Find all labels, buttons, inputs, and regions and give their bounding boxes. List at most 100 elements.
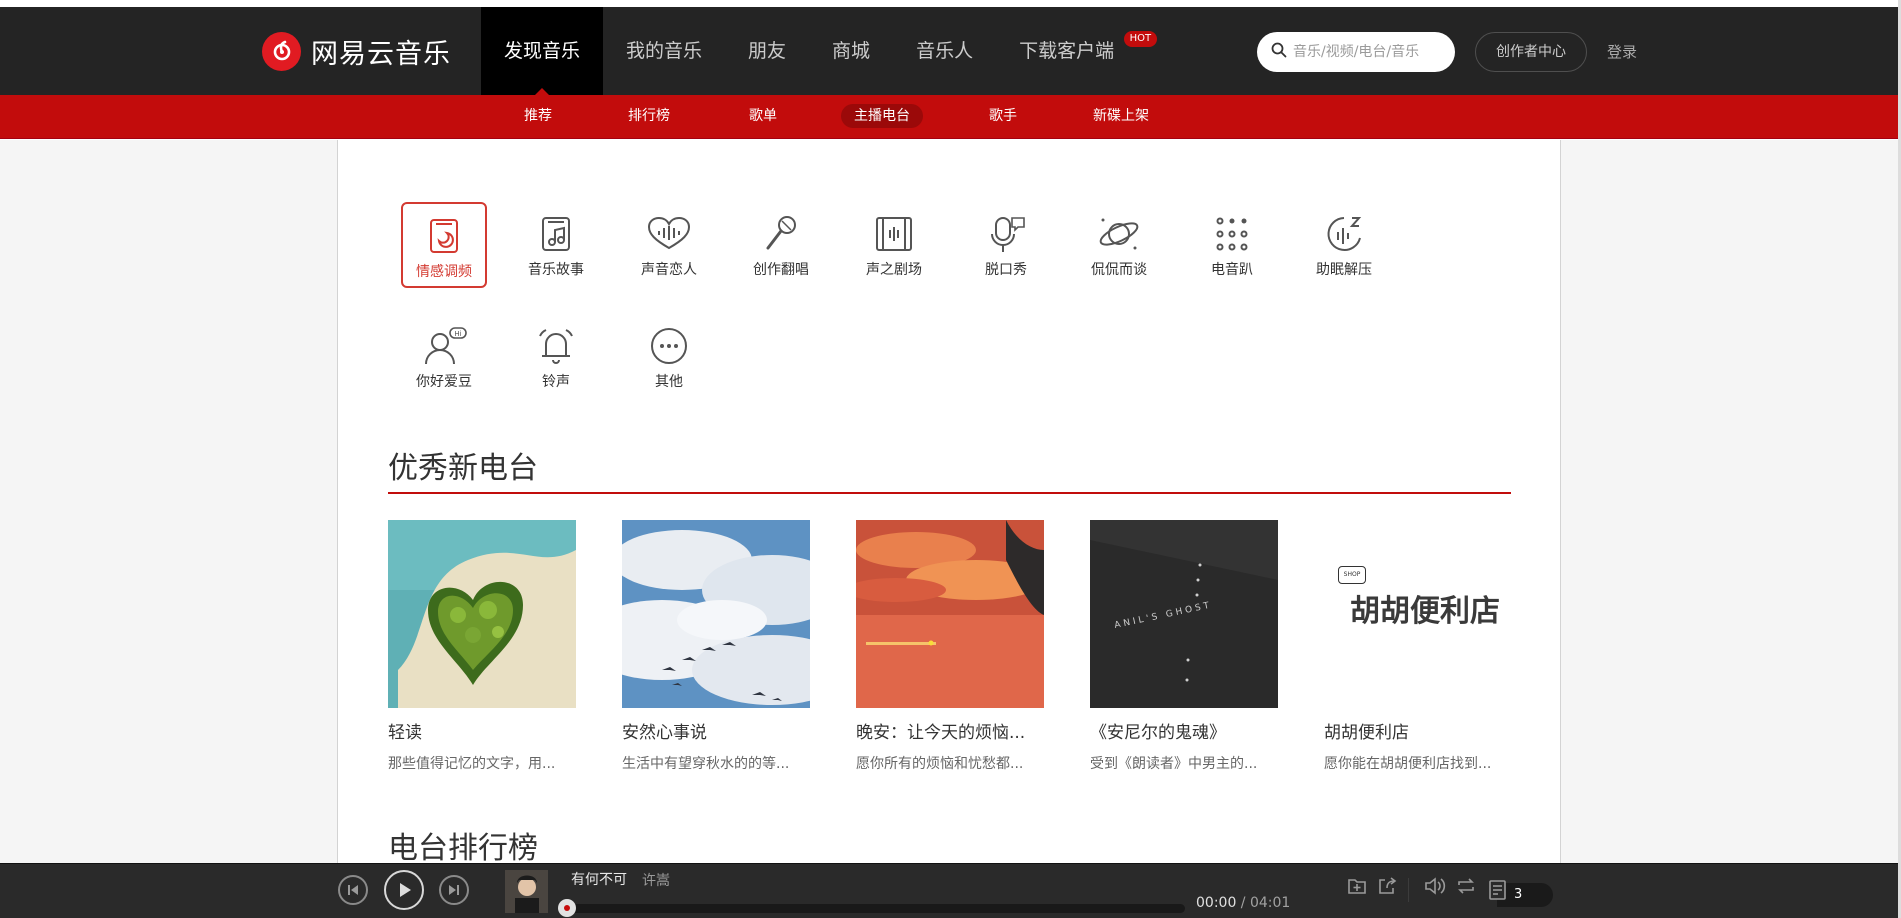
talkshow-icon	[991, 217, 1025, 252]
idol-hi-icon: Hi	[425, 327, 467, 365]
category-label: 声之剧场	[866, 262, 922, 278]
nav-mall[interactable]: 商城	[809, 7, 893, 95]
subnav-new-albums[interactable]: 新碟上架	[1080, 104, 1162, 128]
station-title[interactable]: 轻读	[388, 718, 576, 743]
category-ringtone[interactable]: 铃声	[513, 314, 599, 400]
station-description: 那些值得记忆的文字，用...	[388, 756, 556, 772]
top-strip	[0, 0, 1901, 7]
station-cover-image[interactable]	[388, 520, 576, 708]
nav-label: 发现音乐	[504, 40, 581, 62]
station-description: 愿你能在胡胡便利店找到...	[1324, 756, 1492, 772]
category-idol[interactable]: Hi 你好爱豆	[401, 314, 487, 400]
subnav-recommend[interactable]: 推荐	[511, 104, 565, 128]
voice-lover-icon	[647, 216, 691, 250]
category-theater[interactable]: 声之剧场	[851, 202, 937, 288]
nav-friends[interactable]: 朋友	[725, 7, 809, 95]
theater-icon	[876, 217, 912, 251]
microphone-icon	[766, 216, 796, 250]
station-description: 受到《朗读者》中男主的...	[1090, 756, 1258, 772]
creator-center-button[interactable]: 创作者中心	[1475, 32, 1587, 72]
station-card[interactable]: SHOP 胡胡便利店 胡胡便利店 愿你能在胡胡便利店找到...	[1324, 520, 1512, 773]
planet-talk-icon	[1099, 218, 1139, 250]
category-electronic[interactable]: 电音趴	[1189, 202, 1275, 288]
time-separator: /	[1236, 895, 1250, 911]
category-label: 助眠解压	[1316, 262, 1372, 278]
current-time: 00:00	[1196, 895, 1237, 911]
login-link[interactable]: 登录	[1607, 32, 1637, 72]
category-label: 铃声	[542, 374, 570, 390]
station-card[interactable]: ANIL'S GHOST 《安尼尔的鬼魂》 受到《朗读者》中男主的...	[1090, 520, 1278, 773]
subnav-artists[interactable]: 歌手	[976, 104, 1030, 128]
loop-mode-icon[interactable]	[1455, 876, 1477, 900]
station-cover-image[interactable]: SHOP 胡胡便利店	[1324, 520, 1512, 708]
category-label: 电音趴	[1211, 262, 1253, 278]
play-icon	[400, 883, 411, 897]
station-title[interactable]: 晚安：让今天的烦恼...	[856, 718, 1044, 743]
category-talk[interactable]: 侃侃而谈	[1076, 202, 1162, 288]
station-cover-image[interactable]	[856, 520, 1044, 708]
share-icon[interactable]	[1377, 876, 1397, 900]
category-label: 侃侃而谈	[1091, 262, 1147, 278]
search-input[interactable]	[1293, 44, 1443, 60]
search-box[interactable]	[1257, 32, 1455, 72]
svg-text:Hi: Hi	[454, 330, 461, 338]
nav-my-music[interactable]: 我的音乐	[603, 7, 725, 95]
section-title-new-stations: 优秀新电台	[388, 451, 538, 486]
cover-brand-text: 胡胡便利店	[1350, 594, 1500, 629]
category-emotion[interactable]: 情感调频	[401, 202, 487, 288]
category-label: 脱口秀	[985, 262, 1027, 278]
category-cover-songs[interactable]: 创作翻唱	[738, 202, 824, 288]
site-logo[interactable]: 网易云音乐	[262, 31, 451, 71]
nav-discover-music[interactable]: 发现音乐	[481, 7, 604, 95]
music-story-icon	[542, 217, 570, 251]
time-display: 00:00 / 04:01	[1196, 895, 1290, 911]
add-to-playlist-icon[interactable]	[1347, 876, 1367, 900]
category-talkshow[interactable]: 脱口秀	[963, 202, 1049, 288]
station-cover-image[interactable]: ANIL'S GHOST	[1090, 520, 1278, 708]
nav-label: 我的音乐	[626, 40, 703, 62]
current-song-title[interactable]: 有何不可	[571, 869, 627, 889]
category-label: 你好爱豆	[416, 374, 472, 390]
sub-nav: 推荐 排行榜 歌单 主播电台 歌手 新碟上架	[0, 95, 1901, 139]
section-divider	[388, 492, 1511, 494]
play-button[interactable]	[384, 870, 424, 910]
nav-label: 音乐人	[916, 40, 974, 62]
station-cover-image[interactable]	[622, 520, 810, 708]
current-artist[interactable]: 许嵩	[642, 870, 670, 890]
album-cover-thumbnail[interactable]	[505, 870, 548, 913]
next-icon	[449, 885, 459, 895]
station-title[interactable]: 安然心事说	[622, 718, 810, 743]
station-title[interactable]: 胡胡便利店	[1324, 718, 1512, 743]
station-card[interactable]: 轻读 那些值得记忆的文字，用...	[388, 520, 576, 773]
nav-download-client[interactable]: 下载客户端 HOT	[996, 7, 1158, 95]
app-root: 网易云音乐 发现音乐 我的音乐 朋友 商城 音乐人 下载客户端 HOT 创作者中心…	[0, 0, 1901, 918]
category-label: 音乐故事	[528, 262, 584, 278]
station-title[interactable]: 《安尼尔的鬼魂》	[1090, 718, 1278, 743]
category-label: 创作翻唱	[753, 262, 809, 278]
brand-name: 网易云音乐	[311, 38, 451, 70]
shop-speech-icon: SHOP	[1338, 566, 1366, 584]
playlist-icon[interactable]	[1487, 879, 1509, 905]
prev-button[interactable]	[338, 875, 368, 905]
category-other[interactable]: 其他	[626, 314, 712, 400]
station-card[interactable]: 晚安：让今天的烦恼... 愿你所有的烦恼和忧愁都...	[856, 520, 1044, 773]
control-divider	[1408, 878, 1409, 902]
progress-knob[interactable]	[558, 899, 576, 917]
total-time: 04:01	[1249, 895, 1291, 911]
subnav-playlists[interactable]: 歌单	[736, 104, 790, 128]
next-button[interactable]	[439, 875, 469, 905]
subnav-radio[interactable]: 主播电台	[841, 104, 923, 128]
progress-bar[interactable]	[562, 904, 1185, 913]
subnav-rankings[interactable]: 排行榜	[615, 104, 683, 128]
previous-icon	[348, 885, 358, 895]
knob-dot-icon	[564, 905, 570, 911]
category-sleep[interactable]: 助眠解压	[1301, 202, 1387, 288]
nav-musician[interactable]: 音乐人	[893, 7, 996, 95]
category-music-story[interactable]: 音乐故事	[513, 202, 599, 288]
category-voice-lover[interactable]: 声音恋人	[626, 202, 712, 288]
volume-icon[interactable]	[1424, 876, 1446, 900]
main-nav: 发现音乐 我的音乐 朋友 商城 音乐人 下载客户端 HOT	[481, 7, 1158, 95]
station-card[interactable]: 安然心事说 生活中有望穿秋水的的等...	[622, 520, 810, 773]
nav-label: 商城	[832, 40, 871, 62]
hot-badge: HOT	[1123, 31, 1158, 47]
